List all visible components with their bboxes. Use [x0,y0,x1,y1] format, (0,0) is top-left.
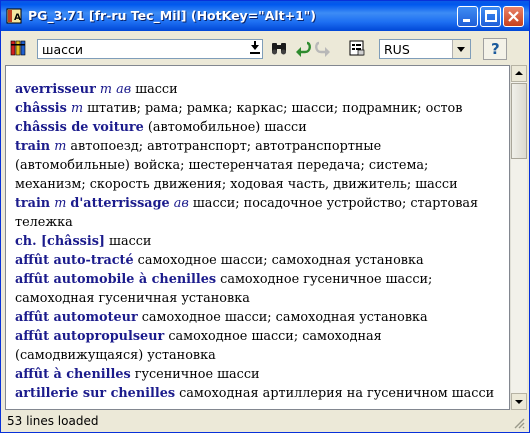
entry-translation: шасси [104,234,152,249]
toolbar: шасси RUS ? [5,33,525,63]
close-button[interactable] [503,6,524,27]
window-title: PG_3.71 [fr-ru Tec_Mil] (HotKey="Alt+1") [28,8,317,23]
entry-item: châssis m штатив; рама; рамка; каркас; ш… [15,99,500,118]
entry-term-continued: d'atterrissage [70,196,170,211]
entry-term: affût à chenilles [15,367,131,382]
entry-item: affût à chenilles гусеничное шасси [15,365,500,384]
entry-item: train m автопоезд; автотранспорт; автотр… [15,137,500,194]
entry-translation: автопоезд; автотранспорт; автотранспортн… [15,139,458,192]
minimize-button[interactable] [457,6,478,27]
entry-translation: самоходное шасси; самоходная установка [137,310,428,325]
entry-term: train [15,196,51,211]
entry-item: châssis de voiture (автомобильное) шасси [15,118,500,137]
dictionary-book-icon: A [6,8,22,24]
entry-translation: гусеничное шасси [130,367,260,382]
entry-grammar-continued: ав [173,196,189,211]
entry-item: affût automobile à chenilles самоходное … [15,270,500,308]
entry-item: artillerie sur chenilles самоходная арти… [15,384,500,403]
entry-item: averrisseur m ав шасси [15,80,500,99]
language-select[interactable]: RUS [379,39,471,59]
entry-translation: штатив; рама; рамка; каркас; шасси; подр… [83,101,463,116]
scroll-thumb[interactable] [511,83,527,159]
results-panel[interactable]: averrisseur m ав шасси châssis m штатив;… [5,65,510,410]
status-bar: 53 lines loaded [3,412,527,431]
entry-item: train m d'atterrissage ав шасси; посадоч… [15,194,500,232]
entry-term: châssis de voiture [15,120,144,135]
entry-grammar: m [70,101,84,116]
entry-item: affût autopropulseur самоходное шасси; с… [15,327,500,365]
maximize-icon [485,10,497,22]
close-icon [508,11,519,22]
entry-translation: (автомобильное) шасси [143,120,307,135]
search-input[interactable]: шасси [42,42,83,57]
scroll-down-button[interactable] [511,393,527,410]
search-combobox[interactable]: шасси [37,39,263,59]
entry-grammar: m [54,139,67,154]
entry-grammar: m ав [99,82,132,97]
entry-term: artillerie sur chenilles [15,386,176,401]
entry-term: affût automobile à chenilles [15,272,217,287]
entry-translation: самоходная артиллерия на гусеничном шасс… [175,386,495,401]
svg-text:A: A [14,13,21,23]
back-arrow-icon[interactable] [293,38,313,58]
app-window: A PG_3.71 [fr-ru Tec_Mil] (HotKey="Alt+1… [0,0,530,433]
entry-item: affût automoteur самоходное шасси; самох… [15,308,500,327]
help-button[interactable]: ? [483,38,507,60]
maximize-button[interactable] [480,6,501,27]
books-icon[interactable] [9,38,29,58]
entry-list: averrisseur m ав шасси châssis m штатив;… [15,80,500,403]
help-label: ? [491,40,500,58]
entry-term: averrisseur [15,82,96,97]
properties-icon[interactable] [347,38,367,58]
language-dropdown-button[interactable] [452,40,470,58]
entry-translation: шасси [131,82,178,97]
scroll-up-icon [515,71,523,75]
language-value: RUS [384,42,410,57]
entry-item: ch. [châssis] шасси [15,232,500,251]
entry-term: affût autopropulseur [15,329,165,344]
minimize-icon [463,19,470,22]
title-bar[interactable]: A PG_3.71 [fr-ru Tec_Mil] (HotKey="Alt+1… [1,1,529,31]
entry-term: affût auto-tracté [15,253,134,268]
entry-item: affût auto-tracté самоходное шасси; само… [15,251,500,270]
scroll-down-icon [515,400,523,404]
entry-term: train [15,139,51,154]
dropdown-arrow-icon[interactable] [245,38,265,58]
resize-grip-icon[interactable] [513,417,525,429]
entry-term: affût automoteur [15,310,138,325]
entry-grammar: m [54,196,67,211]
entry-term: châssis [15,101,67,116]
forward-arrow-icon[interactable] [313,38,333,58]
binoculars-icon[interactable] [269,38,289,58]
status-text: 53 lines loaded [7,414,99,428]
entry-translation: самоходное шасси; самоходная установка [133,253,424,268]
vertical-scrollbar[interactable] [510,65,527,410]
scroll-up-button[interactable] [511,65,527,82]
entry-term: ch. [châssis] [15,234,105,249]
chevron-down-icon [457,47,465,52]
